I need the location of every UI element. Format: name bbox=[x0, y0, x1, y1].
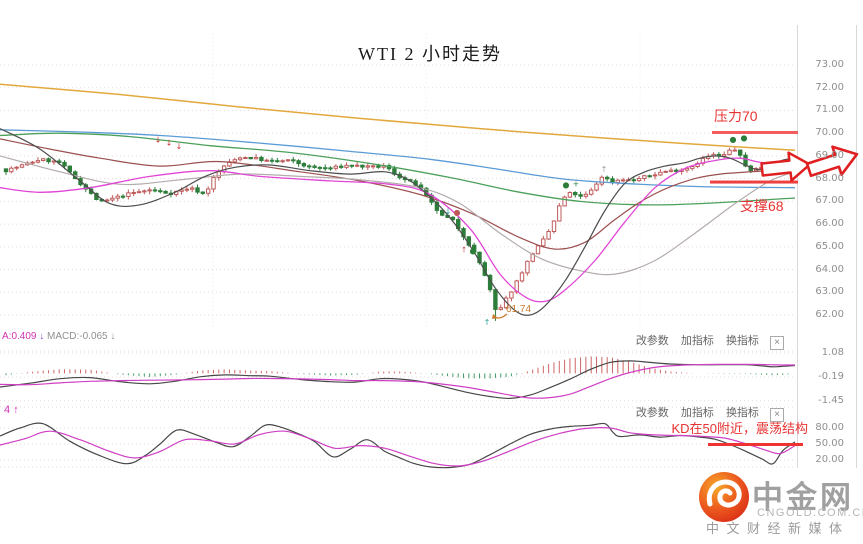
macd-dif-line bbox=[0, 360, 796, 400]
signal-marker-icon: ● bbox=[741, 133, 748, 142]
low-price-label: 61.74 bbox=[506, 304, 532, 315]
resistance-line bbox=[712, 130, 798, 134]
price-tick-label: 70.00 bbox=[815, 127, 844, 139]
price-tick-label: 71.00 bbox=[815, 104, 844, 116]
price-tick-label: 69.00 bbox=[815, 149, 844, 161]
kd-tick-label: 80.00 bbox=[815, 422, 844, 433]
kd-note-underline bbox=[708, 443, 803, 446]
price-tick-label: 68.00 bbox=[815, 172, 844, 184]
signal-marker-icon: ↓ bbox=[166, 139, 173, 148]
kd-toolbar: 改参数 加指标 换指标 × bbox=[584, 404, 784, 422]
macd-tick-label: -0.19 bbox=[818, 371, 844, 382]
ma-magenta-line bbox=[0, 157, 796, 303]
price-tick-label: 65.00 bbox=[815, 240, 844, 252]
dea-down-arrow-icon: ↓ bbox=[39, 331, 45, 342]
chart-canvas: ↓ ↓ ↓↓ ●↑ ●↑● +↑● ● bbox=[0, 25, 859, 469]
signal-marker-icon: ● bbox=[454, 208, 461, 217]
ma-long-orange-line bbox=[0, 83, 796, 151]
signal-marker-icon: ● bbox=[730, 135, 737, 144]
support-annotation: 支撑68 bbox=[740, 198, 784, 214]
switch-indicator-button[interactable]: 换指标 bbox=[726, 407, 759, 419]
add-indicator-button[interactable]: 加指标 bbox=[681, 335, 714, 347]
close-icon[interactable]: × bbox=[770, 408, 784, 422]
switch-indicator-button[interactable]: 换指标 bbox=[726, 335, 759, 347]
change-params-button[interactable]: 改参数 bbox=[636, 407, 669, 419]
price-tick-label: 63.00 bbox=[815, 286, 844, 298]
macd-value-readout: A:0.409 ↓ MACD:-0.065 ↓ bbox=[2, 331, 115, 342]
add-indicator-button[interactable]: 加指标 bbox=[681, 407, 714, 419]
chart-title: WTI 2 小时走势 bbox=[358, 44, 502, 64]
kd-value-readout: 4 ↑ bbox=[4, 404, 19, 416]
macd-histogram bbox=[5, 356, 789, 379]
kd-tick-label: 20.00 bbox=[815, 453, 844, 465]
signal-marker-icon: ↑ bbox=[601, 165, 608, 174]
signal-marker-icon: ↓ bbox=[445, 207, 452, 216]
dea-value: A:0.409 bbox=[2, 331, 37, 342]
price-tick-label: 72.00 bbox=[815, 81, 844, 93]
macd-tick-label: -1.45 bbox=[818, 394, 844, 406]
ma-black-line bbox=[0, 128, 796, 316]
price-tick-label: 62.00 bbox=[815, 308, 844, 320]
price-tick-label: 73.00 bbox=[815, 59, 844, 70]
price-tick-label: 66.00 bbox=[815, 218, 844, 230]
macd-tick-label: 1.08 bbox=[821, 347, 844, 358]
macd-toolbar: 改参数 加指标 换指标 × bbox=[584, 332, 784, 350]
price-tick-label: 67.00 bbox=[815, 195, 844, 207]
signal-marker-icon: + bbox=[573, 180, 580, 189]
resistance-annotation: 压力70 bbox=[714, 108, 758, 124]
support-line bbox=[710, 180, 798, 184]
change-params-button[interactable]: 改参数 bbox=[636, 335, 669, 347]
kd-tick-label: 50.00 bbox=[815, 437, 844, 449]
signal-marker-icon: ● bbox=[470, 247, 477, 256]
logo-tagline-text: 中文财经新媒体 bbox=[706, 521, 850, 536]
ma-green-line bbox=[0, 132, 796, 206]
close-icon[interactable]: × bbox=[770, 336, 784, 350]
ma-blue-line bbox=[0, 129, 796, 189]
signal-marker-icon: ↑ bbox=[461, 245, 468, 254]
macd-down-arrow-icon: ↓ bbox=[110, 331, 116, 342]
macd-value: MACD:-0.065 bbox=[47, 331, 108, 342]
price-tick-label: 64.00 bbox=[815, 263, 844, 275]
candlestick-series bbox=[3, 146, 791, 321]
signal-marker-icon: ● bbox=[563, 181, 570, 190]
signal-marker-icon: ↓ bbox=[155, 135, 162, 144]
signal-marker-icon: ↓ bbox=[176, 142, 183, 151]
signal-marker-icon: ↑ bbox=[484, 318, 491, 327]
chart-page: ↓ ↓ ↓ ↓ ● ↑ ● ↑ ● + ↑ ● ● WTI 2 小时走势 压力70 支撑68 61.74… bbox=[0, 0, 863, 544]
